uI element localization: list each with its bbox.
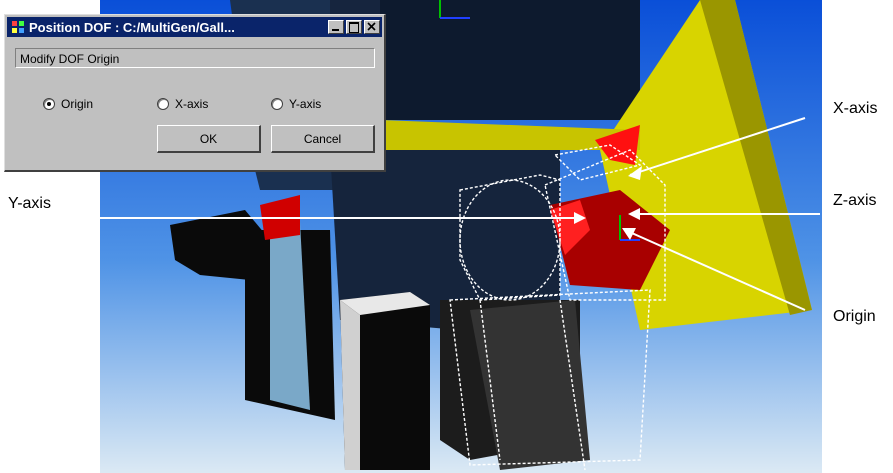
- minimize-icon: [332, 29, 339, 31]
- radio-x-axis[interactable]: X-axis: [157, 97, 208, 111]
- close-icon: [367, 22, 376, 31]
- radio-y-axis-label: Y-axis: [289, 97, 322, 111]
- callout-origin: Origin: [833, 308, 876, 325]
- dialog-titlebar[interactable]: Position DOF : C:/MultiGen/Gall...: [7, 17, 382, 37]
- radio-y-axis-dot[interactable]: [271, 98, 283, 110]
- callout-y-axis: Y-axis: [8, 195, 51, 212]
- robot-upper-plate: [380, 0, 640, 120]
- radio-y-axis[interactable]: Y-axis: [271, 97, 321, 111]
- radio-x-axis-label: X-axis: [175, 97, 209, 111]
- status-field: Modify DOF Origin: [15, 48, 375, 68]
- minimize-button[interactable]: [328, 20, 344, 34]
- cancel-button[interactable]: Cancel: [271, 125, 375, 153]
- radio-origin[interactable]: Origin: [43, 97, 93, 111]
- position-dof-dialog: Position DOF : C:/MultiGen/Gall... Modif…: [4, 14, 386, 172]
- radio-origin-label: Origin: [61, 97, 94, 111]
- app-icon: [11, 20, 25, 34]
- dialog-title: Position DOF : C:/MultiGen/Gall...: [29, 19, 235, 35]
- radio-x-axis-dot[interactable]: [157, 98, 169, 110]
- radio-origin-dot[interactable]: [43, 98, 55, 110]
- maximize-icon: [349, 22, 359, 33]
- callout-x-axis: X-axis: [833, 100, 878, 117]
- callout-z-axis: Z-axis: [833, 192, 877, 209]
- maximize-button[interactable]: [346, 20, 362, 34]
- ok-button[interactable]: OK: [157, 125, 261, 153]
- close-button[interactable]: [364, 20, 380, 34]
